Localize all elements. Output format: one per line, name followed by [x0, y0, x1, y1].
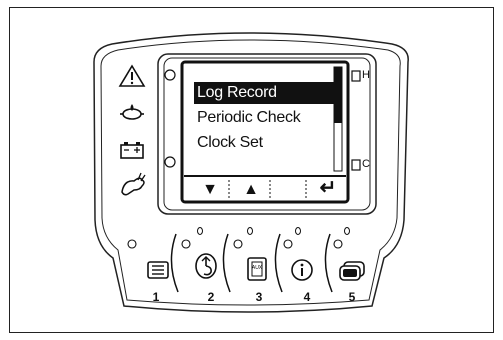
- gauge-high-marker: [351, 70, 361, 82]
- gauge-cold-label: C: [362, 158, 370, 170]
- button-5-number: 5: [348, 290, 356, 304]
- button-1-number: 1: [152, 290, 160, 304]
- indicator-led-lower: [164, 156, 176, 168]
- triangle-down-icon[interactable]: ▼: [195, 178, 225, 202]
- menu-item-log-record[interactable]: Log Record: [194, 82, 334, 104]
- menu-item-periodic-check[interactable]: Periodic Check: [194, 107, 334, 129]
- scrollbar-thumb: [334, 67, 342, 123]
- triangle-up-icon[interactable]: ▲: [236, 178, 266, 202]
- enter-icon[interactable]: ↵: [312, 176, 344, 200]
- screen-switch-icon: [339, 261, 365, 281]
- gauge-high-label: H: [362, 69, 370, 81]
- aux-label: AUX: [251, 265, 263, 271]
- button-5[interactable]: [339, 261, 365, 281]
- button-4[interactable]: [291, 259, 313, 281]
- monitor-panel: [93, 32, 409, 313]
- menu-item-clock-set[interactable]: Clock Set: [194, 132, 334, 154]
- button-1[interactable]: [147, 261, 169, 279]
- button-3-number: 3: [255, 290, 263, 304]
- button-2-number: 2: [207, 290, 215, 304]
- button-2[interactable]: [195, 253, 217, 279]
- gauge-cold-marker: [351, 159, 361, 171]
- indicator-led-upper: [164, 69, 176, 81]
- button-4-number: 4: [303, 290, 311, 304]
